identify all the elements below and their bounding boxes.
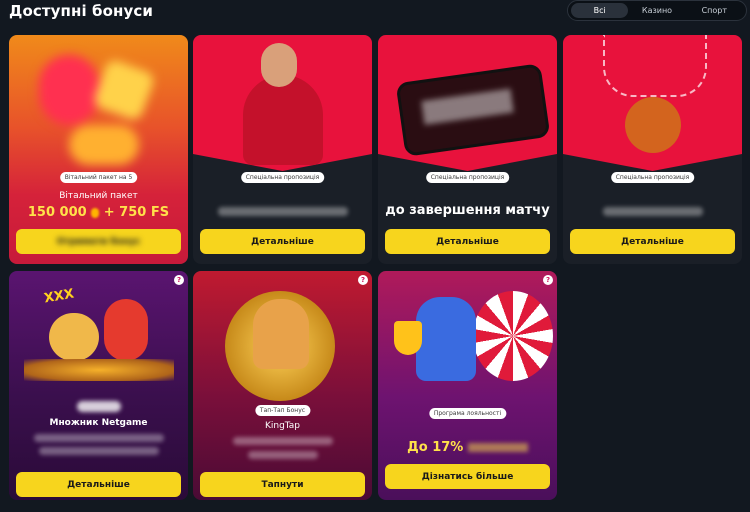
football-blurred-text [217, 207, 348, 216]
details-button-basketball[interactable]: Детальніше [570, 229, 735, 254]
phone-screen-blur [421, 88, 514, 125]
details-button-netgame[interactable]: Детальніше [16, 472, 181, 497]
info-icon[interactable]: ? [174, 275, 184, 285]
get-bonus-button-label: Отримати бонус [56, 236, 141, 247]
tab-casino[interactable]: Казино [628, 3, 685, 18]
bonus-card-match: Спеціальна пропозиція до завершення матч… [378, 35, 557, 264]
bonus-card-netgame: ? XXX Множник Netgame Детальніше [9, 271, 188, 500]
netgame-blurred-text [33, 434, 164, 442]
loyalty-character [416, 297, 476, 381]
xxx-logo: XXX [42, 286, 76, 307]
basketball-ball [625, 97, 681, 153]
welcome-title: Вітальний пакет [59, 191, 138, 201]
devil-character [104, 299, 148, 361]
info-icon[interactable]: ? [543, 275, 553, 285]
bonus-card-football: Спеціальна пропозиція Детальніше [193, 35, 372, 264]
loyalty-blurred-text [467, 443, 528, 452]
crown-shield-icon [394, 321, 422, 355]
welcome-free-spins: + 750 FS [103, 205, 170, 220]
category-tabs: Всі Казино Спорт [567, 0, 747, 21]
netgame-blurred-badge [77, 401, 121, 412]
gold-coins-pile [24, 359, 174, 381]
tap-button[interactable]: Тапнути [200, 472, 365, 497]
basketball-net [603, 35, 707, 97]
bonus-card-welcome: Вітальний пакет на 5 Вітальний пакет 150… [9, 35, 188, 264]
bonus-card-kingtap: ? Тап-Тап Бонус KingTap Тапнути [193, 271, 372, 500]
bonus-card-basketball: Спеціальна пропозиція Детальніше [563, 35, 742, 264]
coin-icon [91, 207, 100, 218]
basketball-blurred-text [602, 207, 703, 216]
football-player [243, 75, 323, 165]
welcome-badge: Вітальний пакет на 5 [59, 172, 138, 183]
get-bonus-button[interactable]: Отримати бонус [16, 229, 181, 254]
learn-more-button[interactable]: Дізнатись більше [385, 464, 550, 489]
netgame-blurred-text-2 [38, 447, 159, 455]
match-badge: Спеціальна пропозиція [425, 172, 510, 183]
info-icon[interactable]: ? [358, 275, 368, 285]
kingtap-badge: Тап-Тап Бонус [254, 405, 311, 416]
kingtap-title: KingTap [264, 421, 301, 431]
kingtap-blurred-text-2 [247, 451, 318, 459]
loyalty-headline-row: До 17% [378, 440, 557, 455]
details-button-football[interactable]: Детальніше [200, 229, 365, 254]
loyalty-headline: До 17% [407, 440, 464, 455]
basketball-badge: Спеціальна пропозиція [610, 172, 695, 183]
football-player-head [261, 43, 297, 87]
page-title: Доступні бонуси [9, 2, 153, 20]
match-headline: до завершення матчу [385, 203, 550, 218]
pig-character [49, 313, 99, 361]
tab-sport[interactable]: Спорт [686, 3, 743, 18]
king-character [253, 299, 309, 369]
tab-all[interactable]: Всі [571, 3, 629, 18]
details-button-match[interactable]: Детальніше [385, 229, 550, 254]
loyalty-badge: Програма лояльності [428, 408, 507, 419]
kingtap-blurred-text [232, 437, 333, 445]
netgame-title: Множник Netgame [49, 418, 148, 428]
welcome-amount: 150 000 [27, 205, 87, 220]
bonus-card-loyalty: ? Програма лояльності До 17% Дізнатись б… [378, 271, 557, 500]
welcome-amount-row: 150 000 + 750 FS [9, 205, 188, 220]
welcome-art [9, 35, 188, 185]
wheel-of-fortune [473, 291, 553, 381]
football-badge: Спеціальна пропозиція [240, 172, 325, 183]
